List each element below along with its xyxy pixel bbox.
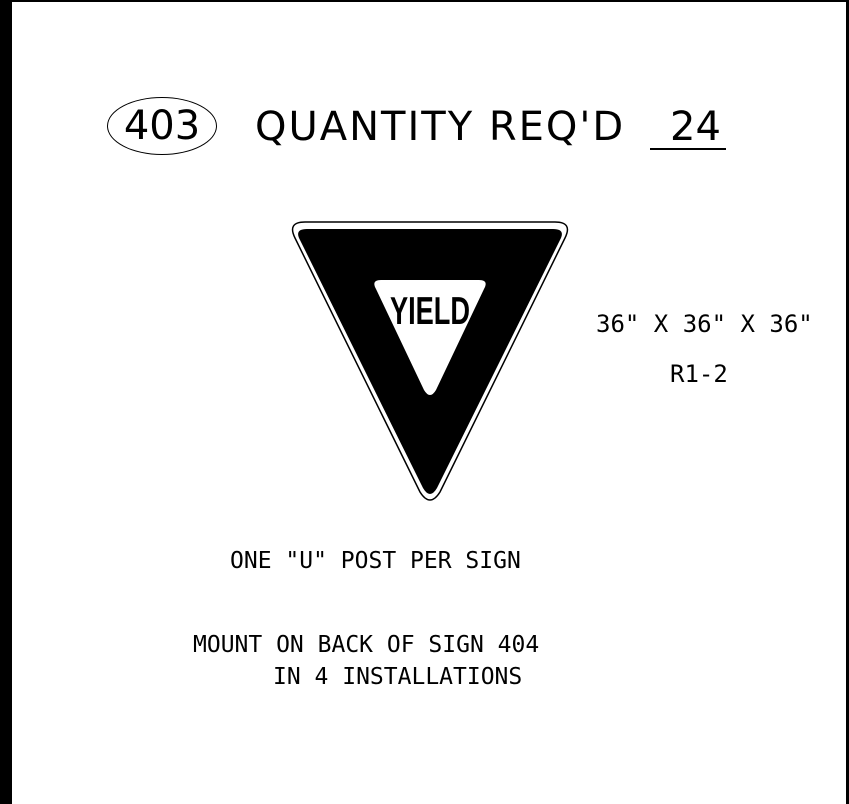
yield-sign-figure: YIELD (291, 221, 569, 501)
post-note: ONE "U" POST PER SIGN (230, 548, 521, 574)
sign-code-label: R1-2 (670, 360, 728, 388)
mount-note: MOUNT ON BACK OF SIGN 404 (193, 632, 540, 658)
installations-note: IN 4 INSTALLATIONS (273, 664, 523, 690)
quantity-label: QUANTITY REQ'D (255, 104, 626, 150)
sheet-left-border (0, 0, 12, 804)
yield-sign-legend: YIELD (390, 290, 470, 333)
sign-size-label: 36" X 36" X 36" (596, 310, 813, 338)
quantity-underline (650, 148, 726, 150)
quantity-value: 24 (670, 104, 721, 150)
sign-number: 403 (123, 103, 201, 149)
sheet-top-border (0, 0, 849, 2)
